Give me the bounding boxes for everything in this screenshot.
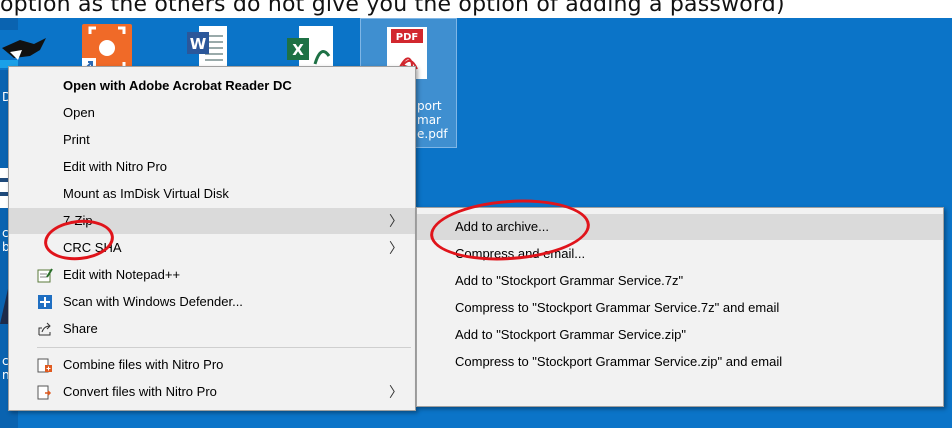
word-document-icon[interactable]: W bbox=[185, 24, 229, 72]
menu-item-print[interactable]: Print bbox=[9, 127, 415, 153]
menu-item-label: Print bbox=[63, 132, 90, 147]
excel-badge: X bbox=[292, 41, 304, 59]
menu-item-label: Open bbox=[63, 105, 95, 120]
submenu-arrow-icon: 〉 bbox=[389, 384, 403, 400]
menu-item-edit-nitro[interactable]: Edit with Nitro Pro bbox=[9, 154, 415, 180]
menu-item-label: Mount as ImDisk Virtual Disk bbox=[63, 186, 229, 201]
orange-app-icon[interactable] bbox=[82, 24, 132, 72]
submenu-item-label: Compress to "Stockport Grammar Service.z… bbox=[455, 354, 783, 369]
notepad-icon bbox=[37, 268, 53, 283]
orca-app-icon[interactable] bbox=[0, 30, 48, 70]
menu-item-label: Open with Adobe Acrobat Reader DC bbox=[63, 78, 292, 93]
share-icon bbox=[38, 322, 51, 336]
submenu-item-add-zip[interactable]: Add to "Stockport Grammar Service.zip" bbox=[417, 322, 943, 348]
defender-icon bbox=[38, 295, 52, 309]
menu-item-combine-nitro[interactable]: Combine files with Nitro Pro bbox=[9, 352, 415, 378]
menu-item-open[interactable]: Open bbox=[9, 100, 415, 126]
pdf-label-line: e.pdf bbox=[417, 127, 448, 141]
submenu-item-label: Compress to "Stockport Grammar Service.7… bbox=[455, 300, 780, 315]
word-badge: W bbox=[190, 35, 207, 53]
nitro-combine-icon bbox=[37, 358, 52, 373]
menu-item-label: Convert files with Nitro Pro bbox=[63, 384, 217, 399]
pdf-label-line: mar bbox=[417, 113, 441, 127]
menu-item-convert-nitro[interactable]: Convert files with Nitro Pro 〉 bbox=[9, 379, 415, 405]
menu-item-label: Scan with Windows Defender... bbox=[63, 294, 243, 309]
caption-text: option as the others do not give you the… bbox=[0, 0, 785, 17]
menu-item-notepadpp[interactable]: Edit with Notepad++ bbox=[9, 262, 415, 288]
menu-item-mount-imdisk[interactable]: Mount as ImDisk Virtual Disk bbox=[9, 181, 415, 207]
submenu-item-compress-zip-email[interactable]: Compress to "Stockport Grammar Service.z… bbox=[417, 349, 943, 375]
nitro-convert-icon bbox=[37, 385, 52, 400]
menu-item-label: Share bbox=[63, 321, 98, 336]
menu-item-scan-defender[interactable]: Scan with Windows Defender... bbox=[9, 289, 415, 315]
excel-document-icon[interactable]: X bbox=[285, 24, 335, 72]
menu-item-label: Combine files with Nitro Pro bbox=[63, 357, 224, 372]
pdf-label-line: port bbox=[417, 99, 442, 113]
menu-separator bbox=[37, 347, 411, 348]
submenu-item-add-7z[interactable]: Add to "Stockport Grammar Service.7z" bbox=[417, 268, 943, 294]
menu-item-share[interactable]: Share bbox=[9, 316, 415, 342]
menu-item-open-with-acrobat[interactable]: Open with Adobe Acrobat Reader DC bbox=[9, 73, 415, 99]
menu-item-label: Edit with Notepad++ bbox=[63, 267, 181, 282]
submenu-item-compress-7z-email[interactable]: Compress to "Stockport Grammar Service.7… bbox=[417, 295, 943, 321]
pdf-badge: PDF bbox=[396, 32, 418, 43]
menu-item-label: Edit with Nitro Pro bbox=[63, 159, 168, 174]
submenu-arrow-icon: 〉 bbox=[389, 213, 403, 229]
submenu-item-label: Add to "Stockport Grammar Service.7z" bbox=[455, 273, 684, 288]
submenu-item-label: Add to "Stockport Grammar Service.zip" bbox=[455, 327, 687, 342]
submenu-arrow-icon: 〉 bbox=[389, 240, 403, 256]
